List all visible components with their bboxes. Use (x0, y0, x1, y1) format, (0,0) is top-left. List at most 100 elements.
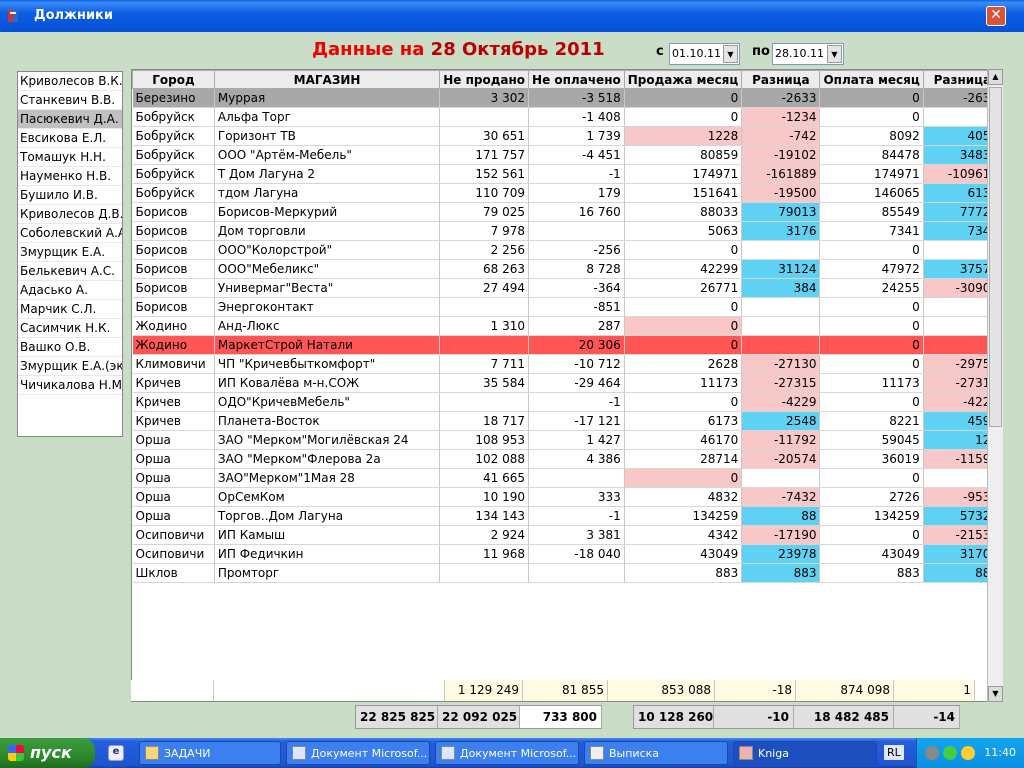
table-cell[interactable]: 11173 (819, 373, 924, 393)
table-cell[interactable]: Борисов (132, 240, 215, 260)
person-item[interactable]: Криволесов Д.В. (18, 205, 122, 224)
table-cell[interactable]: 59045 (819, 430, 924, 450)
people-list[interactable]: Криволесов В.К. Станкевич В.В. Пасюкевич Д… (17, 71, 123, 437)
table-cell[interactable]: 8092 (819, 126, 924, 146)
table-cell[interactable]: 8221 (819, 411, 924, 431)
table-cell[interactable]: 1228 (624, 126, 743, 146)
table-cell[interactable] (741, 297, 821, 317)
table-cell[interactable]: 24255 (819, 278, 924, 298)
scroll-thumb[interactable] (989, 87, 1002, 427)
table-cell[interactable]: 16 760 (528, 202, 625, 222)
table-cell[interactable]: 5063 (624, 221, 743, 241)
table-cell[interactable]: Борисов (132, 221, 215, 241)
table-cell[interactable] (741, 240, 821, 260)
table-cell[interactable]: 179 (528, 183, 625, 203)
table-cell[interactable]: 146065 (819, 183, 924, 203)
table-cell[interactable]: 102 088 (439, 449, 530, 469)
table-cell[interactable]: Березино (132, 88, 215, 108)
table-row[interactable]: Бобруйск ООО "Артём-Мебель" 171 757 -4 451 8… (132, 145, 1002, 165)
table-cell[interactable]: Бобруйск (132, 145, 215, 165)
table-cell[interactable]: 883 (624, 563, 743, 583)
table-cell[interactable]: 11173 (624, 373, 743, 393)
table-cell[interactable]: Бобруйск (132, 107, 215, 127)
table-cell[interactable]: 4832 (624, 487, 743, 507)
table-cell[interactable]: 152 561 (439, 164, 530, 184)
column-header[interactable]: Не продано (439, 70, 530, 89)
table-row[interactable]: ШкловПромторг883883883883 (132, 563, 1002, 583)
table-cell[interactable]: 6173 (624, 411, 743, 431)
table-cell[interactable]: 0 (819, 240, 924, 260)
table-cell[interactable]: 47972 (819, 259, 924, 279)
table-row[interactable]: Борисов Дом торговли 7 978 5063 3176 7341 7341 (132, 221, 1002, 241)
person-item[interactable]: Бушило И.В. (18, 186, 122, 205)
table-cell[interactable] (439, 335, 530, 355)
person-item[interactable]: Марчик С.Л. (18, 300, 122, 319)
table-cell[interactable]: 2 256 (439, 240, 530, 260)
table-cell[interactable]: Бобруйск (132, 183, 215, 203)
table-cell[interactable]: 4 386 (528, 449, 625, 469)
table-cell[interactable]: Бобруйск (132, 164, 215, 184)
table-cell[interactable]: Кричев (132, 392, 215, 412)
table-cell[interactable]: -29 464 (528, 373, 625, 393)
table-cell[interactable]: 18 717 (439, 411, 530, 431)
table-cell[interactable]: 84478 (819, 145, 924, 165)
table-cell[interactable] (439, 392, 530, 412)
column-header[interactable]: МАГАЗИН (213, 70, 441, 89)
table-row[interactable]: Бобруйск тдом Лагуна 110 709 179 151641 -1950… (132, 183, 1002, 203)
table-cell[interactable]: ООО "Артём-Мебель" (214, 145, 441, 165)
table-row[interactable]: БобруйскАльфа Торг-1 4080-123400 (132, 107, 1002, 127)
table-cell[interactable]: 0 (624, 88, 743, 108)
table-row[interactable]: БорисовЭнергоконтакт-851000 (132, 297, 1002, 317)
person-item[interactable]: Томашук Н.Н. (18, 148, 122, 167)
table-cell[interactable]: -19500 (741, 183, 821, 203)
column-header[interactable]: Не оплачено (528, 70, 625, 89)
table-cell[interactable]: -27130 (741, 354, 821, 374)
taskbar-item-kniga[interactable]: Kniga (733, 741, 877, 765)
table-cell[interactable]: 10 190 (439, 487, 530, 507)
table-cell[interactable]: Кричев (132, 373, 215, 393)
table-cell[interactable] (528, 468, 625, 488)
table-cell[interactable]: 134 143 (439, 506, 530, 526)
table-cell[interactable]: 7341 (819, 221, 924, 241)
table-cell[interactable]: -1 408 (528, 107, 625, 127)
table-cell[interactable]: 2548 (741, 411, 821, 431)
table-cell[interactable]: Орша (132, 430, 215, 450)
table-cell[interactable]: 0 (819, 107, 924, 127)
table-cell[interactable]: -2633 (741, 88, 821, 108)
table-cell[interactable]: 35 584 (439, 373, 530, 393)
table-row[interactable]: Осиповичи ИП Федичкин 11 968 -18 040 43049 23… (132, 544, 1002, 564)
column-header[interactable]: Разница (741, 70, 821, 89)
table-cell[interactable]: Дом торговли (214, 221, 441, 241)
table-cell[interactable]: -742 (741, 126, 821, 146)
table-cell[interactable]: Борисов (132, 259, 215, 279)
table-cell[interactable]: 883 (819, 563, 924, 583)
table-cell[interactable]: 85549 (819, 202, 924, 222)
table-cell[interactable]: -1 (528, 164, 625, 184)
table-cell[interactable]: 2726 (819, 487, 924, 507)
chevron-down-icon[interactable]: ▼ (723, 45, 738, 63)
person-item[interactable]: Станкевич В.В. (18, 91, 122, 110)
table-cell[interactable]: Промторг (214, 563, 441, 583)
table-cell[interactable]: ООО"Мебеликс" (214, 259, 441, 279)
table-row[interactable]: Борисов ООО"Мебеликс" 68 263 8 728 42299 3112… (132, 259, 1002, 279)
table-cell[interactable]: 28714 (624, 449, 743, 469)
table-cell[interactable]: 8 728 (528, 259, 625, 279)
table-cell[interactable]: 0 (819, 335, 924, 355)
table-cell[interactable]: ОрСемКом (214, 487, 441, 507)
taskbar-item-vypiska[interactable]: Выписка (584, 741, 728, 765)
table-cell[interactable]: 0 (624, 316, 743, 336)
table-cell[interactable]: Бобруйск (132, 126, 215, 146)
table-row[interactable]: Березино Муррая 3 302 -3 518 0 -2633 0 -2633 (132, 88, 1002, 108)
table-cell[interactable]: 23978 (741, 544, 821, 564)
title-bar[interactable]: Должники ✕ (0, 0, 1024, 32)
table-cell[interactable] (439, 563, 530, 583)
column-header[interactable]: Оплата месяц (819, 70, 924, 89)
table-cell[interactable]: Борисов (132, 278, 215, 298)
table-cell[interactable]: Универмаг"Веста" (214, 278, 441, 298)
table-row[interactable]: Орша Торгов..Дом Лагуна 134 143 -1 134259 88 1… (132, 506, 1002, 526)
table-cell[interactable]: 7 711 (439, 354, 530, 374)
table-cell[interactable]: Муррая (214, 88, 441, 108)
table-cell[interactable]: 0 (624, 392, 743, 412)
table-cell[interactable]: -1234 (741, 107, 821, 127)
table-cell[interactable]: -161889 (741, 164, 821, 184)
